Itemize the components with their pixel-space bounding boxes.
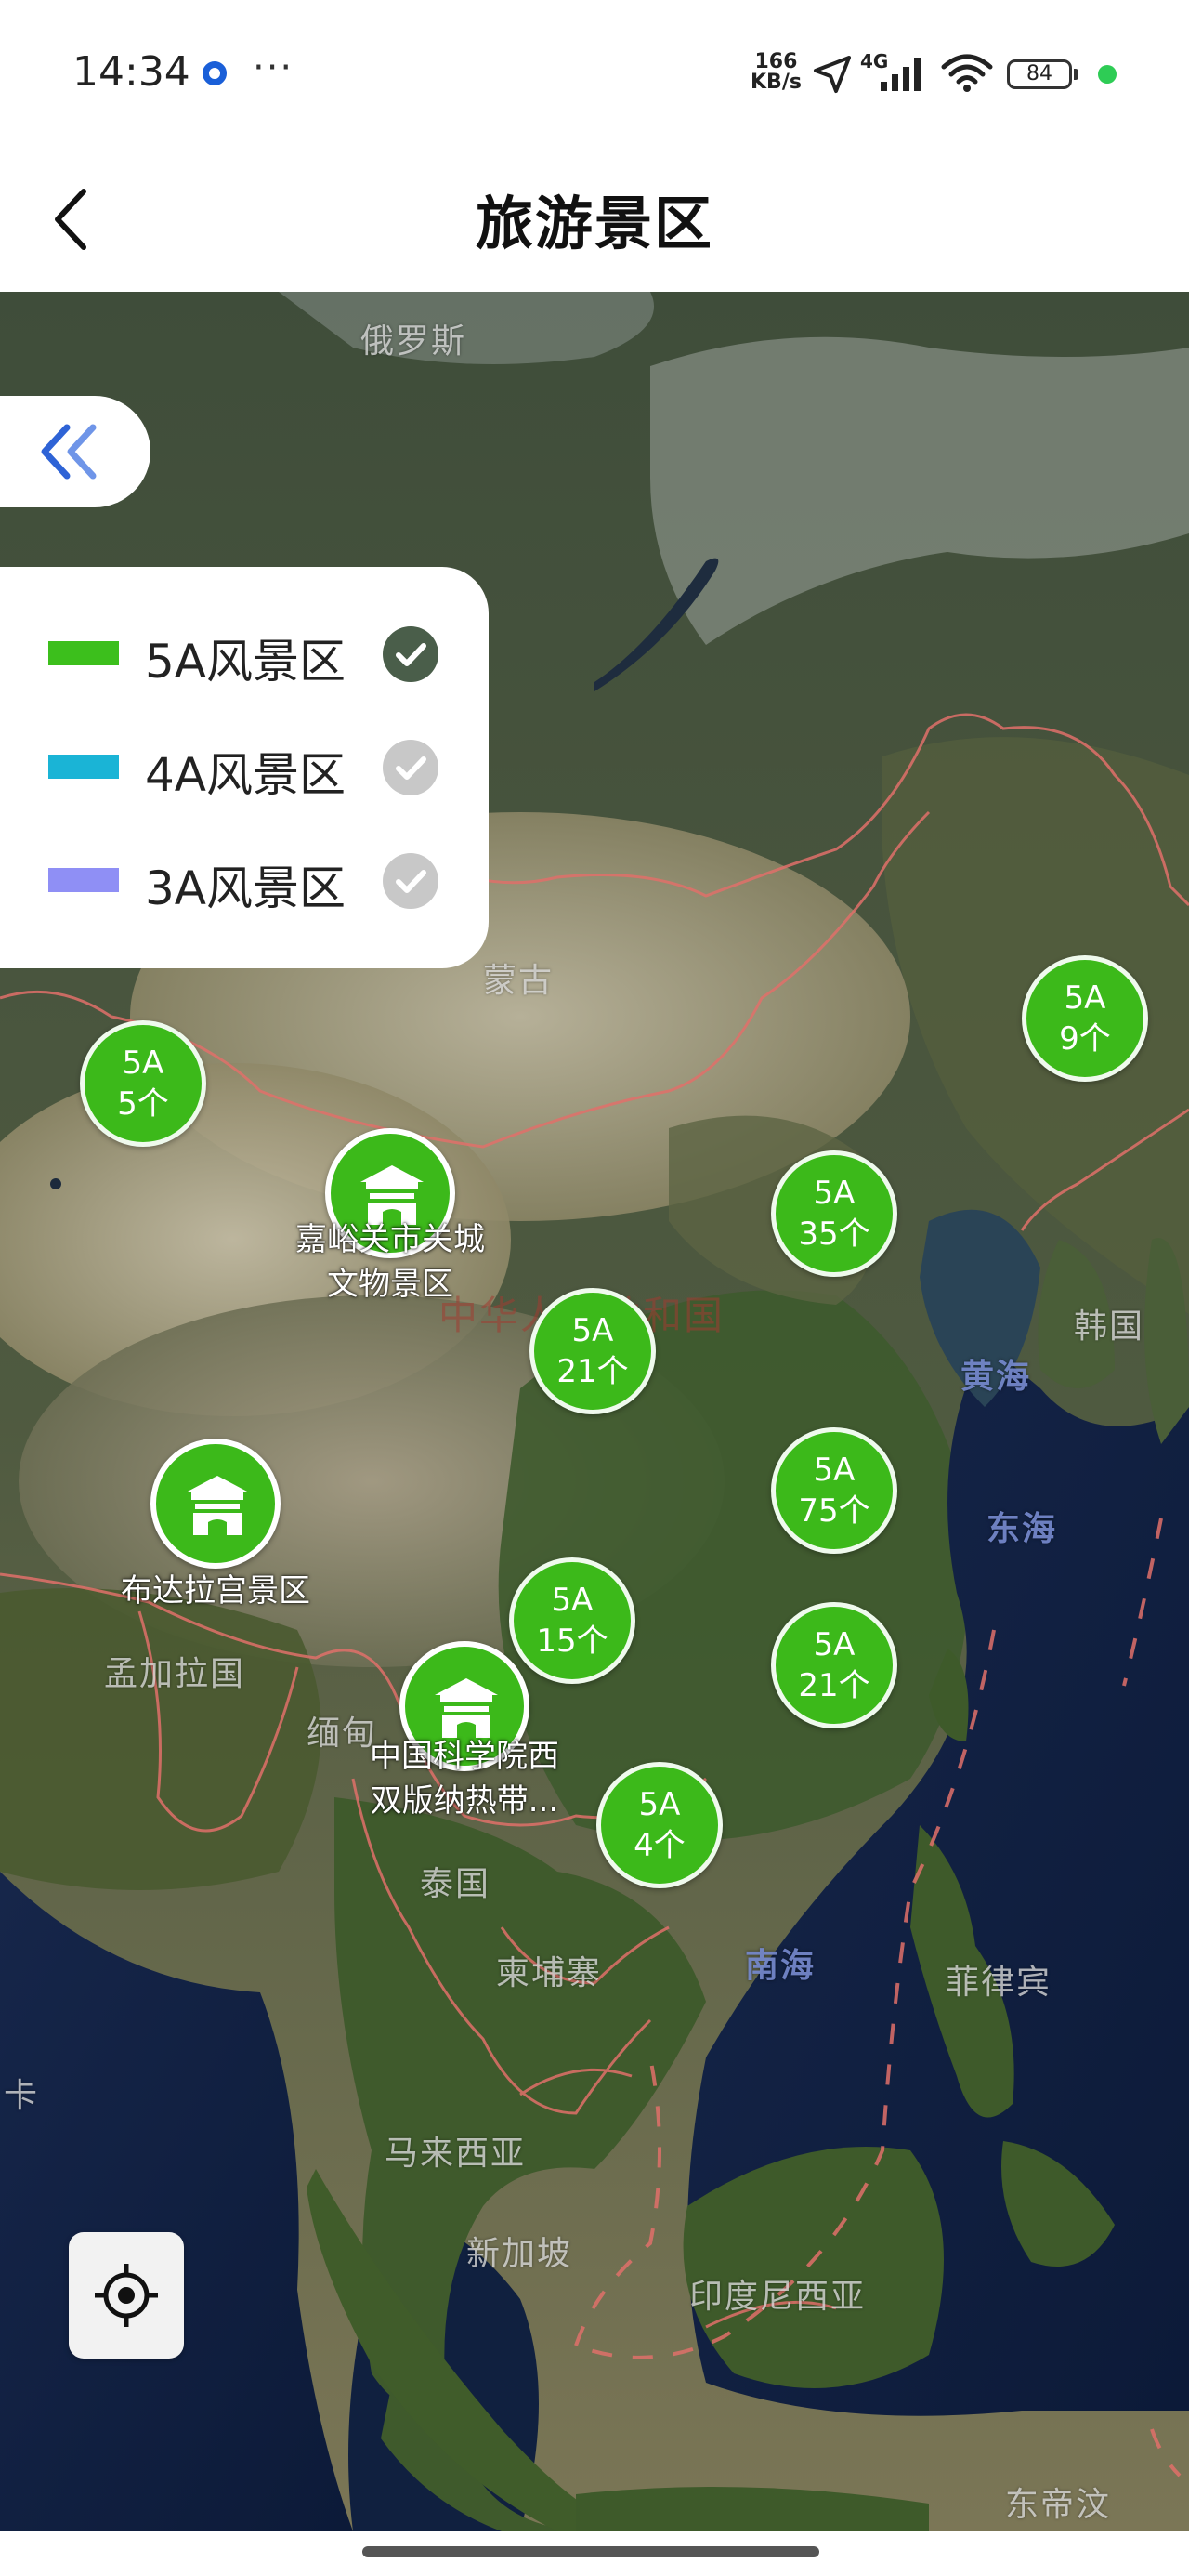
cluster-count: 15个 [536,1623,608,1660]
network-speed-value: 166 [754,50,798,73]
scenic-cluster-marker[interactable]: 5A 21个 [529,1288,656,1414]
map-label-indonesia: 印度尼西亚 [689,2278,867,2316]
cluster-level: 5A [571,1312,614,1349]
locate-button[interactable] [69,2232,184,2359]
map-label-philippines: 菲律宾 [946,1964,1052,2002]
legend-swatch [48,755,119,779]
map-label-mongolia: 蒙古 [483,962,555,1000]
scenic-level-legend: 5A风景区 4A风景区 3A风景区 [0,567,489,968]
cluster-level: 5A [551,1582,594,1619]
scenic-spot-label: 中国科学院西 双版纳热带... [353,1734,576,1823]
map-label-malaysia: 马来西亚 [385,2135,527,2173]
status-bar: 14:34 ··· 166 KB/s 4G 84 [0,0,1189,149]
cluster-level: 5A [1064,979,1106,1017]
cluster-level: 5A [122,1045,164,1082]
map-label-yellow-sea: 黄海 [960,1358,1032,1396]
scenic-spot-name-line1: 中国科学院西 [370,1738,559,1775]
scenic-spot-name-line2: 文物景区 [327,1266,453,1303]
legend-swatch [48,868,119,892]
status-time: 14:34 [72,48,190,96]
map-label-sri-lanka: 卡 [4,2077,40,2115]
map-label-east-timor: 东帝汶 [1005,2486,1112,2524]
scenic-spot-name-line1: 嘉峪关市关城 [295,1221,485,1258]
cluster-count: 9个 [1059,1020,1111,1058]
cellular-signal-icon [881,58,921,91]
scenic-cluster-marker[interactable]: 5A 75个 [771,1427,897,1554]
map-view[interactable]: 俄罗斯 蒙古 中华人民共和国 韩国 黄海 东海 孟加拉国 缅甸 泰国 柬埔寨 南… [0,292,1189,2531]
cluster-level: 5A [813,1626,856,1663]
scenic-spot-marker[interactable] [150,1439,281,1569]
legend-item-3a[interactable]: 3A风景区 [48,840,457,915]
location-arrow-icon [814,56,851,93]
scenic-cluster-marker[interactable]: 5A 9个 [1022,955,1148,1082]
cluster-level: 5A [638,1786,681,1823]
gesture-bar [0,2531,1189,2576]
map-label-korea: 韩国 [1074,1308,1145,1346]
scenic-cluster-marker[interactable]: 5A 15个 [509,1557,635,1684]
cluster-level: 5A [813,1452,856,1489]
more-dots-icon: ··· [253,46,294,89]
page-title: 旅游景区 [475,190,713,257]
legend-label: 4A风景区 [145,748,346,802]
map-label-cambodia: 柬埔寨 [496,1954,603,1992]
page-header: 旅游景区 [0,149,1189,292]
scenic-cluster-marker[interactable]: 5A 4个 [596,1762,723,1888]
pavilion-icon [186,1476,249,1535]
legend-swatch [48,641,119,665]
map-label-singapore: 新加坡 [466,2235,573,2273]
scenic-cluster-marker[interactable]: 5A 35个 [771,1150,897,1277]
network-speed: 166 KB/s [751,52,802,93]
home-indicator[interactable] [362,2546,819,2557]
scenic-cluster-marker[interactable]: 5A 5个 [80,1020,206,1147]
map-label-thailand: 泰国 [420,1865,491,1903]
network-speed-unit: KB/s [751,71,802,94]
cluster-count: 35个 [798,1216,870,1253]
legend-collapse-button[interactable] [0,396,150,507]
scenic-spot-name-line2: 双版纳热带... [370,1782,559,1820]
map-label-south-sea: 南海 [745,1947,817,1985]
battery-tip [1074,69,1078,80]
scenic-cluster-marker[interactable]: 5A 21个 [771,1602,897,1728]
double-chevron-left-icon [41,424,97,480]
scenic-spot-label: 嘉峪关市关城 文物景区 [279,1217,502,1307]
cluster-count: 75个 [798,1492,870,1530]
cluster-level: 5A [813,1175,856,1212]
cluster-count: 4个 [634,1827,686,1864]
battery-icon: 84 [1007,59,1072,89]
privacy-indicator-dot [1098,65,1117,84]
map-label-russia: 俄罗斯 [360,322,467,361]
legend-item-5a[interactable]: 5A风景区 [48,613,457,689]
legend-label: 5A风景区 [145,635,346,689]
check-circle-icon[interactable] [383,740,438,795]
cluster-count: 21个 [798,1667,870,1704]
check-circle-icon[interactable] [383,626,438,682]
locate-crosshair-icon [95,2264,158,2327]
cluster-count: 21个 [556,1353,629,1390]
cluster-count: 5个 [117,1085,169,1123]
app-notification-icon [203,61,227,85]
scenic-spot-name-line1: 布达拉宫景区 [121,1572,310,1610]
check-circle-icon[interactable] [383,853,438,909]
legend-item-4a[interactable]: 4A风景区 [48,727,457,802]
scenic-spot-label: 布达拉宫景区 [104,1569,327,1613]
legend-label: 3A风景区 [145,861,346,915]
wifi-icon [941,54,993,92]
map-label-east-sea: 东海 [986,1510,1058,1548]
map-label-bangladesh: 孟加拉国 [104,1655,246,1693]
